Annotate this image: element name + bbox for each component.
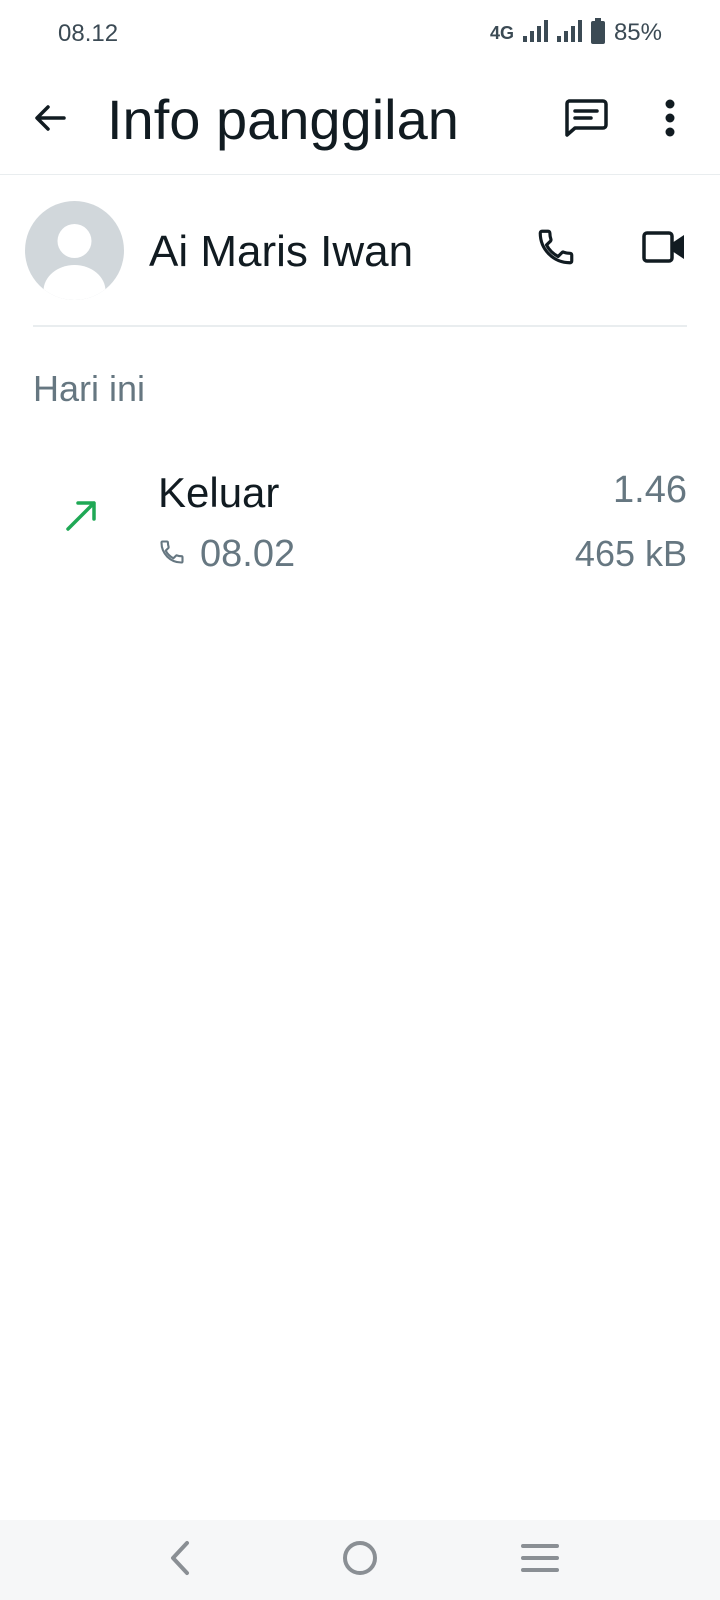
nav-back-icon	[165, 1539, 195, 1582]
video-call-button[interactable]	[636, 221, 692, 277]
call-type: Keluar	[158, 469, 280, 516]
signal-icon	[522, 19, 548, 47]
back-arrow-icon	[30, 98, 70, 143]
phone-small-icon	[158, 538, 186, 571]
call-log-item: Keluar 08.02 1.46 465 kB	[0, 455, 720, 585]
outgoing-arrow-icon	[58, 491, 106, 539]
default-avatar-icon	[43, 224, 106, 300]
status-indicators: 4G 85%	[489, 17, 662, 49]
contact-name: Ai Maris Iwan	[149, 227, 414, 276]
nav-back-button[interactable]	[150, 1532, 210, 1588]
video-camera-icon	[641, 228, 687, 271]
nav-home-button[interactable]	[330, 1532, 390, 1588]
section-title-today: Hari ini	[33, 368, 146, 409]
call-data-size: 465 kB	[574, 533, 687, 574]
phone-icon	[535, 226, 577, 273]
page-title: Info panggilan	[107, 88, 459, 151]
divider	[33, 325, 687, 327]
avatar[interactable]	[25, 201, 124, 300]
battery-icon	[590, 17, 606, 49]
nav-recent-button[interactable]	[510, 1532, 570, 1588]
system-nav-bar	[0, 1520, 720, 1600]
message-button[interactable]	[558, 92, 614, 148]
nav-home-icon	[340, 1538, 380, 1583]
network-type: 4G	[489, 22, 514, 43]
call-time-row: 08.02	[158, 531, 295, 577]
app-bar: Info panggilan	[0, 70, 720, 175]
battery-percent: 85%	[613, 19, 662, 46]
back-button[interactable]	[22, 92, 78, 148]
more-options-button[interactable]	[648, 92, 692, 148]
status-time: 08.12	[58, 20, 119, 47]
call-duration: 1.46	[613, 469, 687, 511]
status-bar: 08.12 4G 85%	[0, 0, 720, 70]
more-vertical-icon	[664, 99, 676, 142]
contact-row[interactable]: Ai Maris Iwan	[0, 175, 720, 325]
voice-call-button[interactable]	[528, 221, 584, 277]
call-time: 08.02	[200, 532, 296, 575]
signal-icon-2	[556, 19, 582, 47]
nav-recent-icon	[520, 1541, 560, 1580]
message-icon	[563, 98, 609, 143]
